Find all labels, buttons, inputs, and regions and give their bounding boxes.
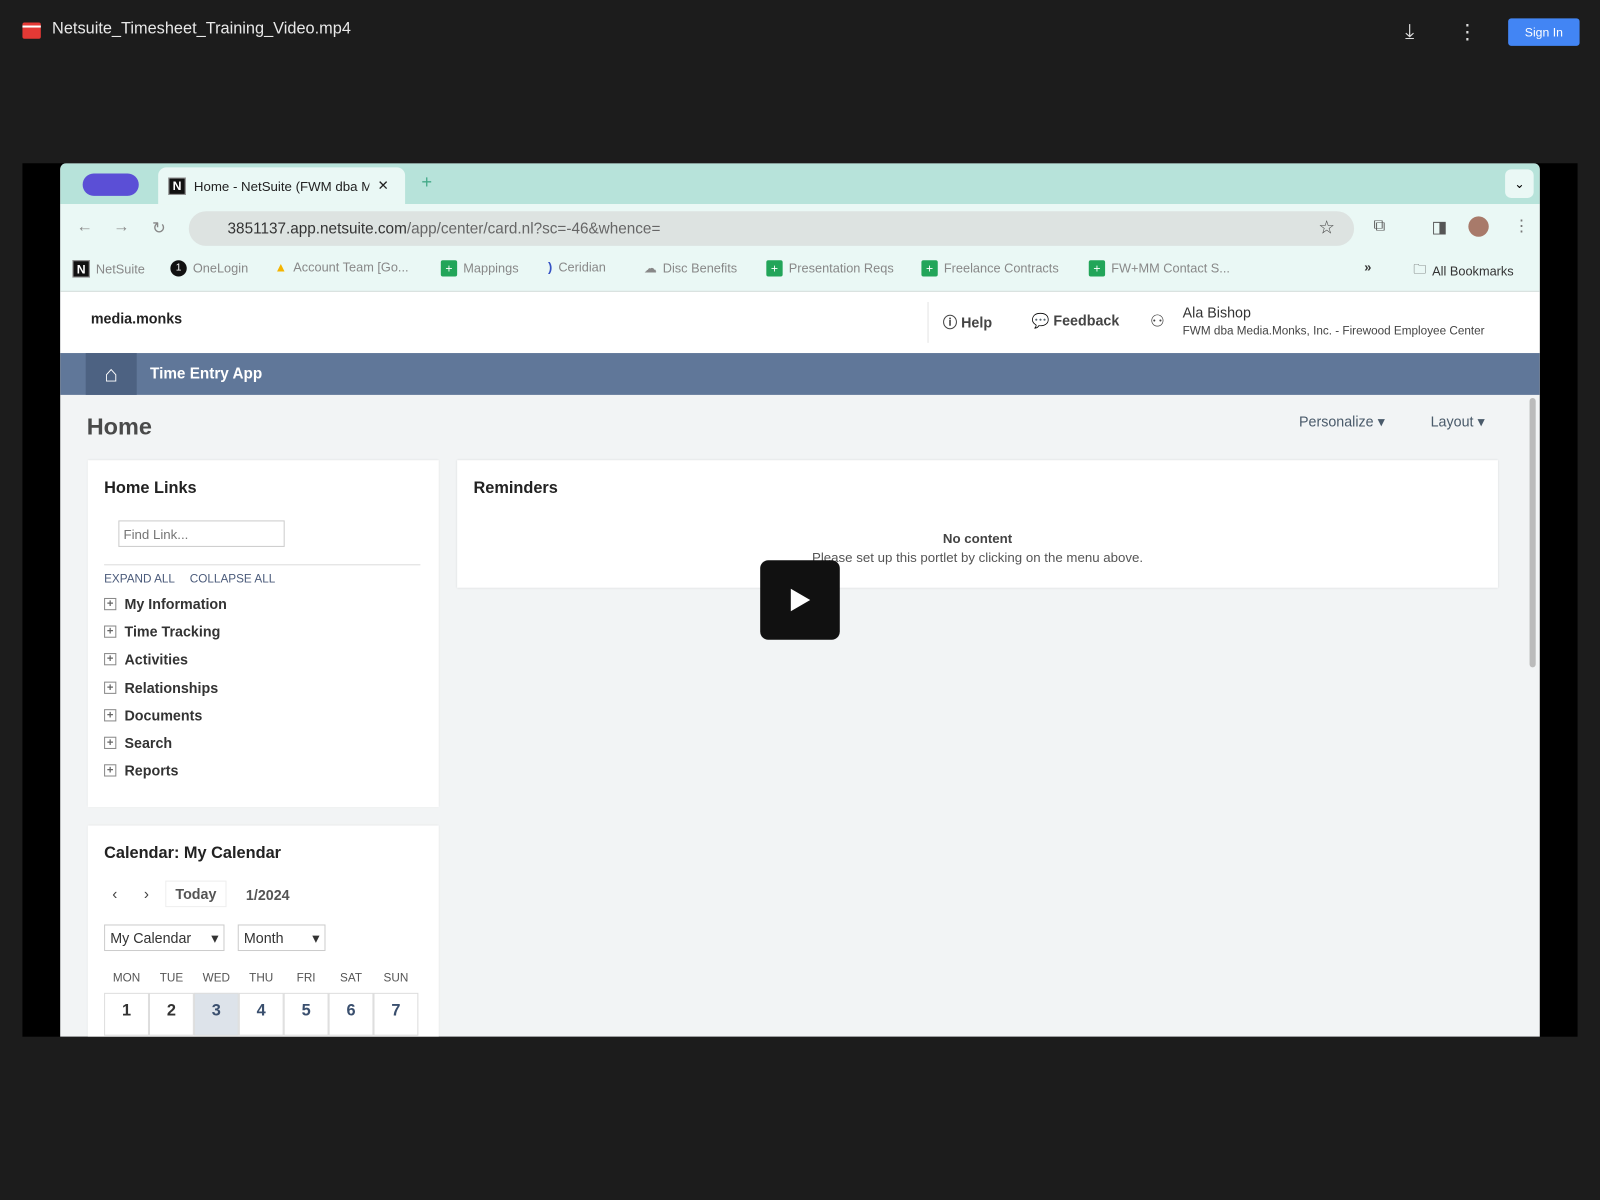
expand-icon: + [104, 764, 117, 777]
portlet-title: Home Links [104, 479, 197, 497]
calendar-day[interactable]: 6 [328, 992, 374, 1036]
empty-text: Please set up this portlet by clicking o… [811, 549, 1144, 566]
prev-month-icon[interactable]: ‹ [112, 886, 117, 903]
play-button[interactable] [760, 560, 840, 640]
extensions-icon[interactable]: ⧉ [1373, 217, 1385, 235]
today-button[interactable]: Today [165, 880, 227, 908]
netsuite-header: media.monks ⓘ Help 💬 Feedback ⚇ Ala Bish… [60, 291, 1540, 354]
feedback-link[interactable]: 💬 Feedback [1032, 312, 1120, 329]
netsuite-favicon: N [168, 177, 186, 195]
expand-icon: + [104, 625, 117, 638]
all-bookmarks[interactable]: 🗀 All Bookmarks [1413, 260, 1513, 281]
find-link-input[interactable] [118, 520, 285, 547]
app-title[interactable]: Time Entry App [150, 365, 262, 382]
link-relationships[interactable]: + Relationships [104, 673, 227, 701]
calendar-day[interactable]: 4 [238, 992, 284, 1036]
expand-icon: + [104, 653, 117, 666]
download-icon[interactable]: ⤓ [1405, 20, 1414, 43]
layout-menu[interactable]: Layout ▾ [1431, 413, 1485, 430]
more-bookmarks-icon[interactable]: » [1364, 260, 1371, 274]
forward-icon[interactable]: → [113, 218, 129, 236]
tab-home[interactable]: N Home - NetSuite (FWM dba M ✕ [158, 167, 406, 205]
role-switch-icon[interactable]: ⚇ [1150, 311, 1165, 331]
bookmark-onelogin[interactable]: 1 OneLogin [170, 260, 248, 277]
bookmark-ceridian[interactable]: ) Ceridian [548, 260, 606, 274]
tab-strip: N Home - NetSuite (FWM dba M ✕ + ⌄ [60, 163, 1540, 205]
dropdown-icon: ▾ [211, 929, 219, 946]
empty-title: No content [942, 530, 1013, 546]
avatar[interactable] [1468, 216, 1489, 237]
calendar-day-today[interactable]: 3 [193, 992, 239, 1036]
bookmark-presentation-reqs[interactable]: + Presentation Reqs [766, 260, 894, 277]
reminders-portlet: Reminders No content Please set up this … [457, 460, 1498, 588]
calendar-day[interactable]: 1 [104, 992, 149, 1036]
bookmark-mappings[interactable]: + Mappings [440, 260, 519, 277]
expand-all-link[interactable]: EXPAND ALL [104, 573, 175, 585]
calendar-week: 1 2 3 4 5 6 7 [104, 992, 419, 1036]
address-bar[interactable]: 3851137.app.netsuite.com/app/center/card… [188, 211, 1355, 246]
bookmark-netsuite[interactable]: N NetSuite [72, 260, 145, 278]
collapse-all-link[interactable]: COLLAPSE ALL [190, 573, 275, 585]
bookmark-disc-benefits[interactable]: ☁ Disc Benefits [644, 260, 737, 276]
link-search[interactable]: + Search [104, 729, 227, 757]
scrollbar[interactable] [1529, 397, 1536, 668]
video-file-icon [22, 22, 41, 39]
link-reports[interactable]: + Reports [104, 757, 227, 785]
personalize-menu[interactable]: Personalize ▾ [1299, 413, 1385, 430]
bookmark-freelance-contracts[interactable]: + Freelance Contracts [921, 260, 1059, 277]
calendar-period: 1/2024 [245, 886, 290, 904]
browser-menu-icon[interactable]: ⋮ [1513, 216, 1529, 236]
video-frame[interactable]: N Home - NetSuite (FWM dba M ✕ + ⌄ ← → ↻ 3… [22, 163, 1578, 1037]
more-options-icon[interactable]: ⋮ [1457, 19, 1477, 45]
bookmark-account-team[interactable]: ▲ Account Team [Go... [274, 260, 408, 274]
browser-toolbar: ← → ↻ 3851137.app.netsuite.com/app/cente… [60, 204, 1540, 292]
view-select[interactable]: Month ▾ [237, 924, 326, 952]
user-name[interactable]: Ala Bishop [1183, 304, 1251, 320]
portlet-title: Calendar: My Calendar [104, 844, 282, 863]
link-time-tracking[interactable]: + Time Tracking [104, 618, 227, 646]
link-activities[interactable]: + Activities [104, 645, 227, 673]
help-link[interactable]: ⓘ Help [943, 312, 992, 332]
profile-tab-icon[interactable] [82, 173, 139, 196]
file-name: Netsuite_Timesheet_Training_Video.mp4 [52, 20, 351, 38]
close-tab-icon[interactable]: ✕ [378, 178, 389, 194]
expand-icon: + [104, 597, 117, 610]
next-month-icon[interactable]: › [144, 886, 149, 903]
media-monks-logo: media.monks [90, 310, 183, 327]
url-path: /app/center/card.nl?sc=-46&whence= [406, 219, 661, 238]
home-icon[interactable]: ⌂ [85, 353, 137, 395]
url-host: 3851137.app.netsuite.com [227, 219, 407, 238]
side-panel-icon[interactable]: ◨ [1432, 217, 1447, 237]
calendar-select[interactable]: My Calendar ▾ [104, 924, 225, 952]
folder-icon: 🗀 [1413, 262, 1427, 277]
calendar-portlet: Calendar: My Calendar ‹ › Today 1/2024 M… [87, 825, 439, 1037]
calendar-day[interactable]: 7 [373, 992, 419, 1036]
link-my-information[interactable]: + My Information [104, 590, 227, 618]
portlet-title: Reminders [473, 479, 558, 497]
new-tab-icon[interactable]: + [421, 171, 432, 192]
expand-icon: + [104, 681, 117, 694]
bookmark-fw-mm-contact[interactable]: + FW+MM Contact S... [1088, 260, 1230, 277]
home-links-portlet: Home Links EXPAND ALL COLLAPSE ALL +My I… [87, 460, 439, 808]
tab-title: Home - NetSuite (FWM dba M [193, 178, 370, 194]
back-icon[interactable]: ← [77, 218, 93, 236]
home-links-list: + My Information + Time Tracking + Activiti… [104, 590, 227, 785]
page-title: Home [86, 413, 152, 440]
expand-icon: + [104, 736, 117, 750]
sign-in-button[interactable]: Sign In [1508, 18, 1580, 46]
weekday-header: MON TUE WED THU FRI SAT SUN [112, 972, 409, 985]
link-documents[interactable]: + Documents [104, 701, 227, 729]
user-role: FWM dba Media.Monks, Inc. - Firewood Emp… [1182, 325, 1485, 338]
calendar-day[interactable]: 5 [283, 992, 329, 1036]
reload-icon[interactable]: ↻ [152, 218, 166, 238]
play-icon [790, 588, 811, 612]
bookmark-star-icon[interactable]: ☆ [1318, 217, 1334, 238]
dropdown-icon: ▾ [312, 929, 320, 946]
tab-search-icon[interactable]: ⌄ [1505, 169, 1534, 198]
expand-icon: + [104, 709, 117, 722]
app-bar: ⌂ Time Entry App [60, 353, 1540, 395]
calendar-day[interactable]: 2 [148, 992, 194, 1036]
